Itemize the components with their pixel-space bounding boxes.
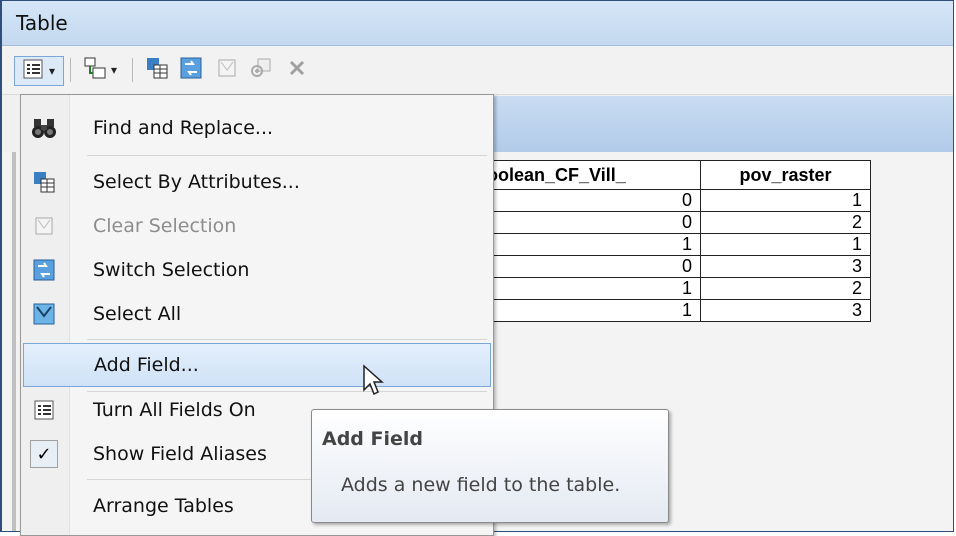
table-row[interactable]: 02 <box>480 211 871 234</box>
menu-item-clear-selection: Clear Selection <box>23 205 491 247</box>
menu-item-select-all[interactable]: Select All <box>23 293 491 335</box>
table-toolbar: ▾ ▾ <box>2 46 953 95</box>
menu-item-label: Switch Selection <box>93 259 250 281</box>
switch-selection-button[interactable] <box>176 56 206 84</box>
window-title: Table <box>16 11 68 35</box>
menu-item-label: Turn All Fields On <box>93 399 256 421</box>
column-header[interactable]: oolean_CF_Vill_ <box>480 160 701 190</box>
menu-item-find-replace[interactable]: Find and Replace... <box>23 107 491 149</box>
related-tables-icon <box>83 56 107 84</box>
menu-item-label: Arrange Tables <box>93 495 234 517</box>
table-tab-bar <box>490 96 953 152</box>
switch-selection-icon <box>29 255 59 285</box>
table-cell[interactable]: 2 <box>700 277 871 300</box>
menu-item-label: Select All <box>93 303 182 325</box>
table-cell[interactable]: 1 <box>480 277 701 300</box>
table-row[interactable]: 01 <box>480 189 871 212</box>
column-header[interactable]: pov_raster <box>700 160 871 190</box>
toolbar-separator <box>70 58 71 82</box>
menu-item-label: Show Field Aliases <box>93 443 267 465</box>
table-cell[interactable]: 0 <box>480 255 701 278</box>
table-row[interactable]: 03 <box>480 255 871 278</box>
title-bar: Table <box>2 1 953 46</box>
table-row[interactable]: 13 <box>480 299 871 322</box>
binoculars-icon <box>29 113 59 143</box>
zoom-to-selected-button <box>246 56 276 84</box>
table-cell[interactable]: 1 <box>480 299 701 322</box>
attribute-table: oolean_CF_Vill_ pov_raster 01 02 11 03 1… <box>480 160 871 322</box>
table-cell[interactable]: 0 <box>480 189 701 212</box>
delete-icon <box>287 58 307 82</box>
toolbar-separator <box>132 58 133 82</box>
related-tables-button[interactable]: ▾ <box>78 56 122 84</box>
menu-item-label: Find and Replace... <box>93 117 274 139</box>
table-options-icon <box>23 59 43 83</box>
select-by-attributes-icon <box>29 167 59 197</box>
checkmark-icon: ✓ <box>29 439 59 469</box>
menu-item-switch-selection[interactable]: Switch Selection <box>23 249 491 291</box>
zoom-to-selected-icon <box>249 56 273 84</box>
left-border-strip <box>12 152 16 531</box>
table-row[interactable]: 11 <box>480 233 871 256</box>
table-cell[interactable]: 3 <box>700 255 871 278</box>
clear-selection-icon <box>29 211 59 241</box>
add-field-tooltip: Add Field Adds a new field to the table. <box>311 409 669 523</box>
table-cell[interactable]: 1 <box>480 233 701 256</box>
tooltip-title: Add Field <box>322 428 424 450</box>
table-row[interactable]: 12 <box>480 277 871 300</box>
table-cell[interactable]: 1 <box>700 189 871 212</box>
check-box: ✓ <box>30 440 58 468</box>
menu-separator <box>87 155 487 156</box>
chevron-down-icon: ▾ <box>110 63 118 77</box>
table-cell[interactable]: 1 <box>700 233 871 256</box>
table-cell[interactable]: 2 <box>700 211 871 234</box>
table-header-row: oolean_CF_Vill_ pov_raster <box>480 160 871 190</box>
fields-list-icon <box>29 395 59 425</box>
switch-selection-icon <box>179 56 203 84</box>
menu-item-add-field[interactable]: Add Field... <box>23 343 491 387</box>
menu-item-label: Add Field... <box>94 354 199 376</box>
select-by-attributes-button[interactable] <box>142 56 172 84</box>
select-by-attributes-icon <box>145 56 169 84</box>
mouse-pointer-icon <box>362 364 388 404</box>
tooltip-body: Adds a new field to the table. <box>341 474 621 496</box>
table-cell[interactable]: 3 <box>700 299 871 322</box>
clear-selection-button <box>212 56 242 84</box>
chevron-down-icon: ▾ <box>48 64 56 78</box>
menu-item-label: Select By Attributes... <box>93 171 300 193</box>
table-cell[interactable]: 0 <box>480 211 701 234</box>
menu-item-label: Clear Selection <box>93 215 237 237</box>
clear-selection-icon <box>216 57 238 83</box>
table-options-button[interactable]: ▾ <box>14 56 64 86</box>
menu-separator <box>87 339 487 340</box>
select-all-icon <box>29 299 59 329</box>
menu-item-select-by-attributes[interactable]: Select By Attributes... <box>23 161 491 203</box>
delete-selected-button <box>282 56 312 84</box>
